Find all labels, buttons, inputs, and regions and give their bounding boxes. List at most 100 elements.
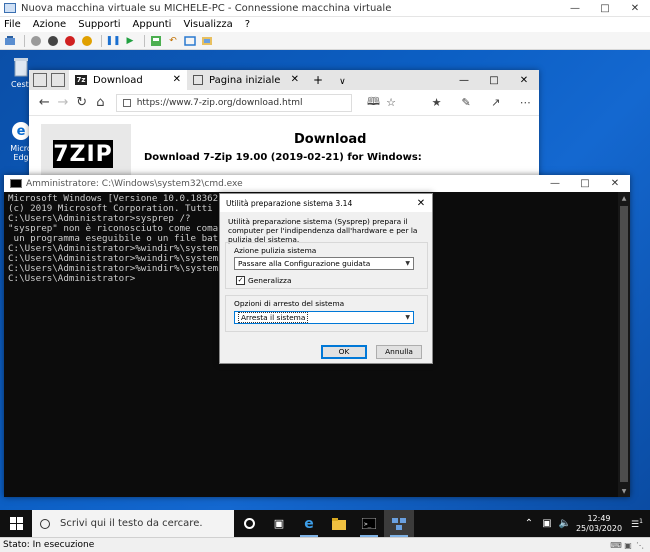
tab-label: Download	[93, 74, 143, 86]
show-hidden-icons-icon[interactable]: ⌃	[520, 518, 538, 529]
minimize-button[interactable]: —	[560, 0, 590, 17]
taskbar-cmd-icon[interactable]: >_	[354, 510, 384, 537]
clock-time: 12:49	[587, 513, 611, 523]
guest-taskbar: Scrivi qui il testo da cercare. ▣ e >_ ⌃…	[0, 510, 650, 537]
close-button[interactable]: ✕	[620, 0, 650, 17]
menu-file[interactable]: File	[4, 19, 21, 30]
set-aside-tabs-icon[interactable]	[33, 73, 47, 87]
start-button[interactable]	[0, 510, 32, 537]
taskbar-edge-icon[interactable]: e	[294, 510, 324, 537]
url-input[interactable]: https://www.7-zip.org/download.html	[115, 93, 352, 112]
scroll-up-icon[interactable]: ▲	[618, 192, 630, 204]
guest-desktop: Cesti e Micro Edg 7z Download ✕ Pagina i…	[0, 50, 650, 537]
cmd-scrollbar[interactable]: ▲ ▼	[618, 192, 630, 497]
share-icon[interactable]	[200, 34, 214, 48]
favorites-hub-icon[interactable]: ★	[429, 96, 445, 109]
menu-visualizza[interactable]: Visualizza	[183, 19, 232, 30]
enhanced-session-icon[interactable]	[183, 34, 197, 48]
sysprep-title: Utilità preparazione sistema 3.14	[226, 198, 353, 208]
file-explorer-icon[interactable]	[324, 510, 354, 537]
start-vm-icon[interactable]	[29, 34, 43, 48]
page-icon	[193, 75, 203, 85]
lock-icon	[122, 98, 131, 107]
edge-maximize-button[interactable]: □	[479, 70, 509, 90]
cleanup-action-select[interactable]: Passare alla Configurazione guidata ▼	[234, 257, 414, 270]
system-tray: ⌃ ▣ 🔈 12:49 25/03/2020 ☰1	[520, 514, 650, 534]
menu-supporti[interactable]: Supporti	[78, 19, 120, 30]
host-toolbar: ❚❚ ▶ ↶	[0, 32, 650, 50]
close-tab-icon[interactable]: ✕	[291, 74, 299, 85]
vm-connection-icon	[4, 3, 16, 13]
checkpoint-icon[interactable]	[149, 34, 163, 48]
vm-status-text: Stato: In esecuzione	[3, 540, 95, 550]
taskbar-clock[interactable]: 12:49 25/03/2020	[574, 514, 624, 534]
svg-text:>_: >_	[364, 521, 372, 528]
tab-label: Pagina iniziale	[209, 74, 281, 86]
scroll-down-icon[interactable]: ▼	[618, 485, 630, 497]
cancel-button[interactable]: Annulla	[376, 345, 422, 359]
host-window-title: Nuova macchina virtuale su MICHELE-PC - …	[21, 2, 392, 14]
shutdown-options-select[interactable]: Arresta il sistema ▼	[234, 311, 414, 324]
tab-home[interactable]: Pagina iniziale ✕	[187, 70, 305, 90]
more-icon[interactable]: ⋯	[518, 96, 534, 109]
toolbar-separator	[24, 34, 25, 47]
host-statusbar: Stato: In esecuzione ⌨ ▣ ⋱	[0, 537, 650, 552]
pause-icon[interactable]: ❚❚	[105, 34, 120, 48]
share-icon[interactable]: ↗	[488, 96, 504, 109]
cortana-icon[interactable]	[234, 510, 264, 537]
task-view-icon[interactable]: ▣	[264, 510, 294, 537]
show-tabs-icon[interactable]	[51, 73, 65, 87]
taskbar-sysprep-icon[interactable]	[384, 510, 414, 537]
generalize-checkbox[interactable]: ✓ Generalizza	[236, 276, 291, 285]
7zip-favicon: 7z	[75, 75, 87, 85]
scroll-thumb[interactable]	[620, 206, 628, 482]
toolbar-separator	[144, 34, 145, 47]
menu-help[interactable]: ?	[245, 19, 250, 30]
favorite-star-icon[interactable]: ☆	[383, 96, 399, 109]
edge-close-button[interactable]: ✕	[509, 70, 539, 90]
host-menubar: File Azione Supporti Appunti Visualizza …	[0, 17, 650, 32]
forward-icon[interactable]: →	[54, 95, 73, 110]
maximize-button[interactable]: □	[590, 0, 620, 17]
menu-appunti[interactable]: Appunti	[133, 19, 172, 30]
search-placeholder: Scrivi qui il testo da cercare.	[60, 518, 203, 529]
cleanup-action-value: Passare alla Configurazione guidata	[238, 259, 371, 268]
cmd-icon	[10, 179, 22, 188]
toolbar-separator	[101, 34, 102, 47]
taskbar-search-box[interactable]: Scrivi qui il testo da cercare.	[32, 510, 234, 537]
revert-icon[interactable]: ↶	[166, 34, 180, 48]
page-heading: Download	[294, 132, 367, 147]
sysprep-close-icon[interactable]: ✕	[410, 198, 432, 209]
cleanup-action-label: Azione pulizia sistema	[234, 246, 317, 255]
tab-preview-icon[interactable]: ∨	[339, 77, 346, 87]
network-icon[interactable]: ▣	[538, 518, 556, 529]
ok-button[interactable]: OK	[321, 345, 367, 359]
generalize-label: Generalizza	[248, 276, 292, 285]
cmd-maximize-button[interactable]: □	[570, 175, 600, 192]
cmd-close-button[interactable]: ✕	[600, 175, 630, 192]
ctrl-alt-del-icon[interactable]	[3, 34, 17, 48]
power-icon[interactable]	[80, 34, 94, 48]
reading-view-icon[interactable]: 🕮	[366, 93, 382, 112]
refresh-icon[interactable]: ↻	[72, 95, 91, 110]
back-icon[interactable]: ←	[35, 95, 54, 110]
chevron-down-icon: ▼	[405, 260, 410, 267]
lock-icon: ▣	[624, 540, 632, 550]
shutdown-option-value: Arresta il sistema	[238, 312, 309, 323]
new-tab-icon[interactable]: +	[313, 73, 323, 87]
close-tab-icon[interactable]: ✕	[173, 74, 181, 85]
edge-minimize-button[interactable]: —	[449, 70, 479, 90]
page-subheading: Download 7-Zip 19.00 (2019-02-21) for Wi…	[144, 152, 422, 163]
notification-center-icon[interactable]: ☰1	[624, 518, 650, 530]
tab-download[interactable]: 7z Download ✕	[69, 70, 187, 90]
sysprep-dialog: Utilità preparazione sistema 3.14 ✕ Util…	[219, 193, 433, 364]
home-icon[interactable]: ⌂	[91, 95, 110, 110]
menu-azione[interactable]: Azione	[33, 19, 66, 30]
cmd-minimize-button[interactable]: —	[540, 175, 570, 192]
shutdown-icon[interactable]	[63, 34, 77, 48]
notification-count: 1	[639, 517, 643, 525]
resume-icon[interactable]: ▶	[123, 34, 137, 48]
volume-icon[interactable]: 🔈	[556, 518, 574, 529]
annotate-icon[interactable]: ✎	[458, 96, 474, 109]
turn-off-icon[interactable]	[46, 34, 60, 48]
